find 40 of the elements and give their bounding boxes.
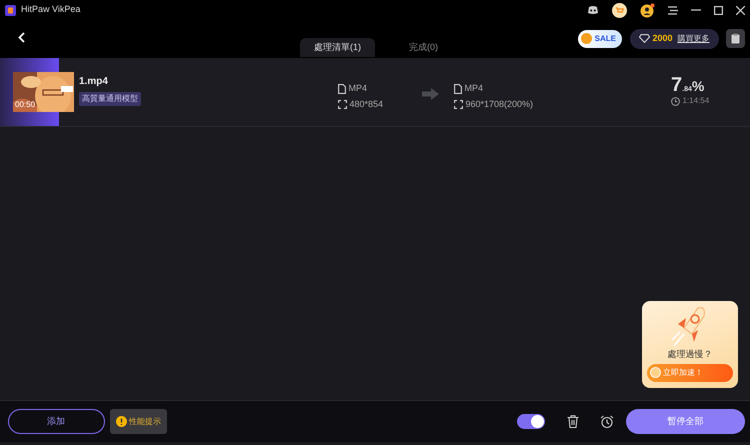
notify-toggle[interactable] xyxy=(517,414,545,429)
remaining-time: 1:14:54 xyxy=(682,95,710,107)
warning-icon xyxy=(116,416,126,427)
file-name: 1.mp4 xyxy=(79,75,109,90)
alarm-icon[interactable] xyxy=(600,414,614,428)
diamond-icon xyxy=(638,34,650,43)
performance-hint-button[interactable]: 性能提示 xyxy=(110,409,167,434)
target-size: 960*1708(200%) xyxy=(466,98,534,111)
maximize-icon[interactable] xyxy=(714,6,723,14)
app-logo-icon xyxy=(5,4,16,16)
sale-badge[interactable]: SALE xyxy=(578,30,622,48)
arrow-icon xyxy=(422,88,439,100)
clock-icon xyxy=(671,96,680,106)
back-icon[interactable] xyxy=(18,32,25,43)
model-tag: 高質量通用模型 xyxy=(79,92,141,106)
promo-question: 處理過慢？ xyxy=(668,348,712,360)
menu-icon[interactable] xyxy=(668,6,678,14)
close-icon[interactable] xyxy=(736,6,745,14)
trash-icon[interactable] xyxy=(567,415,579,428)
cart-icon[interactable] xyxy=(612,2,627,18)
account-icon[interactable] xyxy=(640,2,655,18)
coin-icon xyxy=(581,33,592,44)
minimize-icon[interactable] xyxy=(691,9,701,11)
tab[interactable]: 處理清單(1) xyxy=(300,38,375,57)
buy-more-link[interactable]: 購買更多 xyxy=(678,32,710,44)
source-format: MP4 xyxy=(348,82,368,95)
add-button[interactable]: 添加 xyxy=(8,409,104,434)
resolution-icon xyxy=(454,100,463,110)
window-title: HitPaw VikPea xyxy=(21,3,80,16)
file-icon xyxy=(338,84,346,94)
source-size: 480*854 xyxy=(350,98,384,111)
file-icon xyxy=(454,84,462,94)
pause-all-button[interactable]: 暫停全部 xyxy=(626,409,745,434)
duration-label: 00:50 xyxy=(15,99,36,111)
tab[interactable]: 完成(0) xyxy=(395,38,452,57)
clipboard-button[interactable] xyxy=(726,29,745,48)
credits-count: 2000 xyxy=(652,32,672,45)
resolution-icon xyxy=(338,100,347,110)
clipboard-icon xyxy=(731,33,740,44)
target-format: MP4 xyxy=(464,82,484,95)
